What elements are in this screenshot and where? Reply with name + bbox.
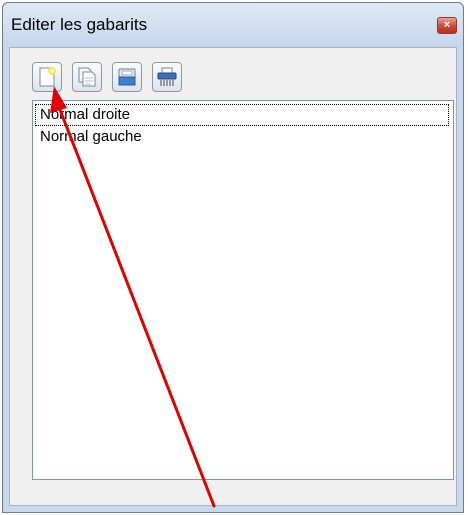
toolbar — [32, 62, 182, 94]
close-button[interactable]: × — [437, 17, 457, 34]
list-item[interactable]: Normal gauche — [35, 126, 449, 148]
list-item[interactable]: Normal droite — [35, 104, 449, 126]
close-icon: × — [443, 19, 451, 31]
templates-list[interactable]: Normal droite Normal gauche — [32, 100, 454, 480]
duplicate-template-button[interactable] — [72, 62, 102, 92]
client-area: Normal droite Normal gauche — [9, 47, 457, 506]
copy-document-icon — [78, 67, 96, 87]
new-template-button[interactable] — [32, 62, 62, 92]
new-document-icon — [39, 67, 56, 87]
title-bar[interactable]: Editer les gabarits × — [3, 3, 463, 47]
open-folder-icon — [118, 68, 136, 86]
shredder-icon — [157, 67, 177, 86]
editer-gabarits-window: Editer les gabarits × Normal droite Norm… — [2, 2, 464, 513]
window-title: Editer les gabarits — [11, 15, 148, 34]
load-template-button[interactable] — [112, 62, 142, 92]
delete-template-button[interactable] — [152, 62, 182, 92]
